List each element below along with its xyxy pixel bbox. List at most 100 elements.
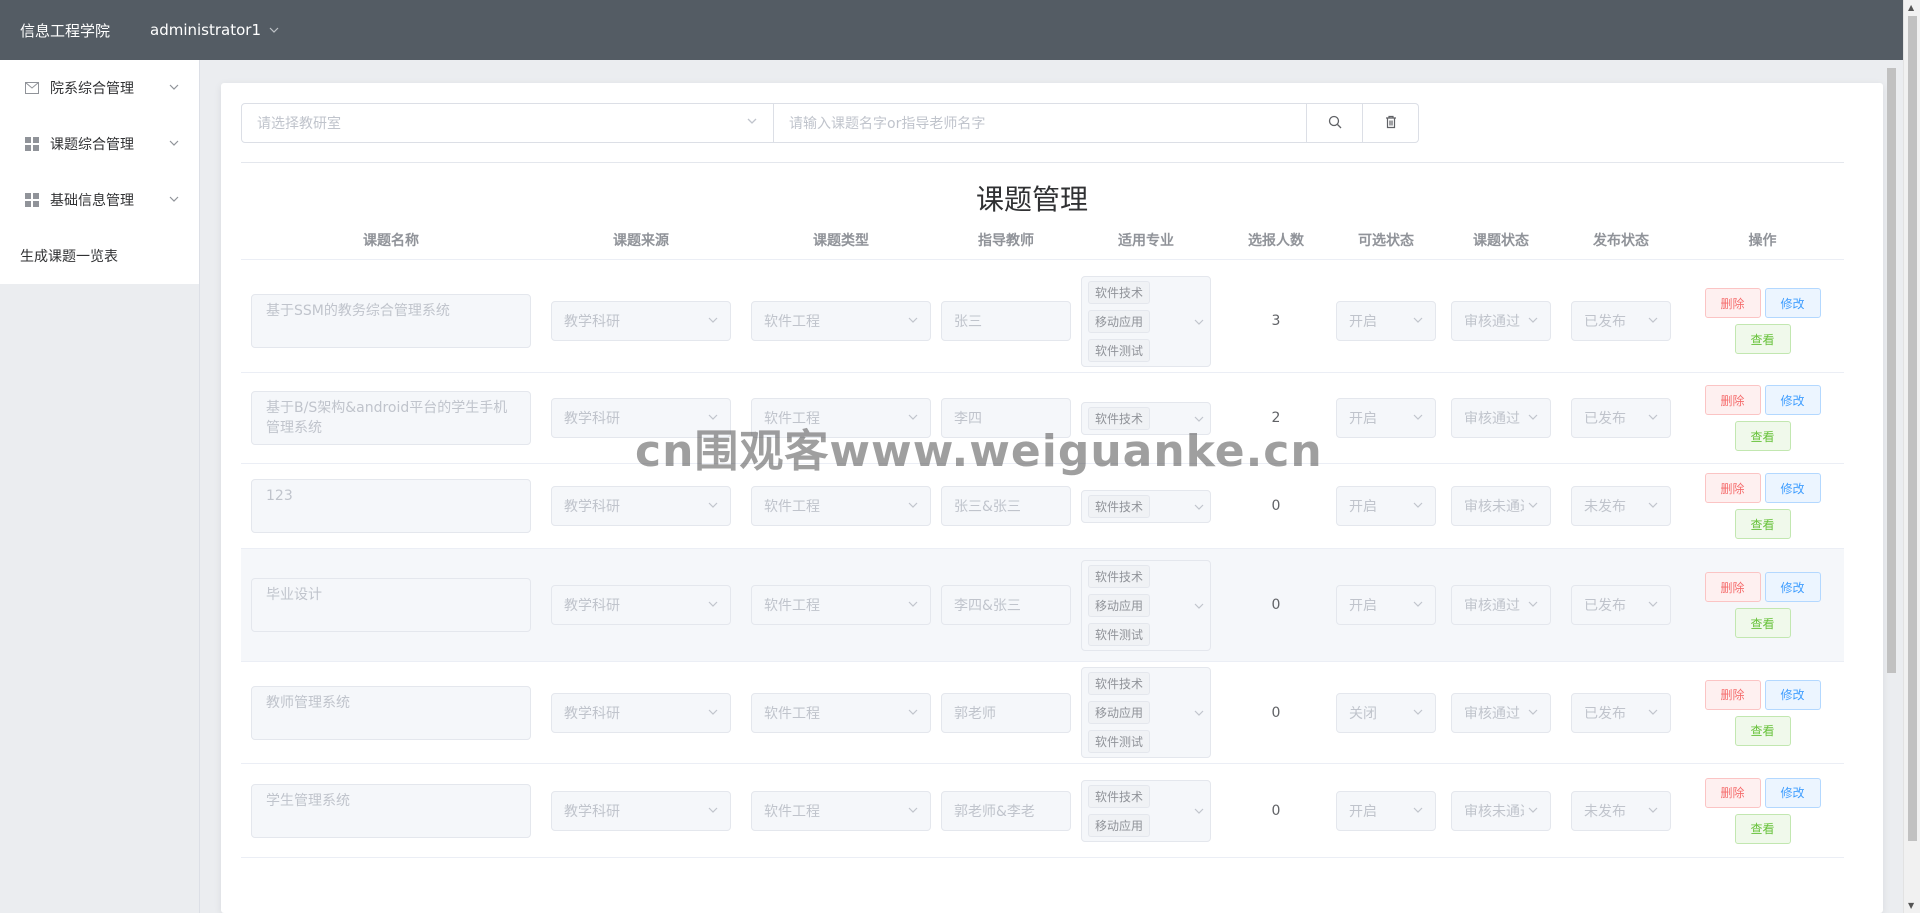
selectable-select[interactable]: 开启 [1336, 486, 1436, 526]
select-value: 教学科研 [564, 803, 620, 820]
publish-select[interactable]: 未发布 [1571, 790, 1671, 831]
topic-name-field[interactable]: 基于SSM的教务综合管理系统 [251, 294, 531, 348]
major-multiselect[interactable]: 软件技术 移动应用 软件测试 [1081, 667, 1211, 758]
teacher-field[interactable]: 郭老师&李老 [941, 790, 1071, 831]
chevron-down-icon [1413, 313, 1423, 329]
view-button[interactable]: 查看 [1734, 324, 1791, 354]
type-select[interactable]: 软件工程 [751, 398, 931, 438]
edit-button[interactable]: 修改 [1764, 473, 1821, 503]
department-select[interactable]: 请选择教研室 [241, 103, 774, 143]
topic-name-field[interactable]: 学生管理系统 [251, 783, 531, 838]
major-multiselect[interactable]: 软件技术 [1081, 489, 1211, 523]
edit-button[interactable]: 修改 [1764, 572, 1821, 602]
major-multiselect[interactable]: 软件技术 [1081, 401, 1211, 435]
source-select[interactable]: 教学科研 [551, 398, 731, 438]
type-select[interactable]: 软件工程 [751, 790, 931, 831]
sidebar-item-label: 基础信息管理 [50, 193, 134, 209]
delete-button[interactable]: 删除 [1704, 288, 1761, 318]
teacher-field[interactable]: 张三 [941, 301, 1071, 341]
topic-name-field[interactable]: 毕业设计 [251, 578, 531, 632]
row-actions: 删除 修改 查看 [1698, 679, 1828, 746]
type-select[interactable]: 软件工程 [751, 585, 931, 625]
view-button[interactable]: 查看 [1734, 608, 1791, 638]
source-select[interactable]: 教学科研 [551, 585, 731, 625]
search-placeholder: 请输入课题名字or指导老师名字 [789, 116, 986, 132]
selectable-select[interactable]: 开启 [1336, 790, 1436, 831]
selectable-select[interactable]: 开启 [1336, 301, 1436, 341]
source-select[interactable]: 教学科研 [551, 486, 731, 526]
publish-select[interactable]: 已发布 [1571, 585, 1671, 625]
publish-select[interactable]: 未发布 [1571, 486, 1671, 526]
edit-button[interactable]: 修改 [1764, 288, 1821, 318]
column-header: 选报人数 [1248, 232, 1304, 249]
selectable-select[interactable]: 开启 [1336, 585, 1436, 625]
view-button[interactable]: 查看 [1734, 509, 1791, 539]
sidebar-item-basic-info[interactable]: 基础信息管理 [0, 172, 199, 228]
major-multiselect[interactable]: 软件技术 移动应用 软件测试 [1081, 559, 1211, 651]
topic-name-field[interactable]: 教师管理系统 [251, 685, 531, 740]
sidebar-item-generate-list[interactable]: 生成课题一览表 [0, 228, 199, 284]
topic-name-field[interactable]: 123 [251, 479, 531, 533]
type-select[interactable]: 软件工程 [751, 301, 931, 341]
clear-button[interactable] [1363, 103, 1419, 143]
publish-select[interactable]: 已发布 [1571, 692, 1671, 733]
status-select[interactable]: 审核通过 [1451, 692, 1551, 733]
view-button[interactable]: 查看 [1734, 421, 1791, 451]
delete-button[interactable]: 删除 [1704, 679, 1761, 710]
selectable-select[interactable]: 开启 [1336, 398, 1436, 438]
topic-name-field[interactable]: 基于B/S架构&android平台的学生手机管理系统 [251, 391, 531, 445]
edit-button[interactable]: 修改 [1764, 777, 1821, 808]
scrollbar-thumb[interactable] [1908, 16, 1917, 841]
view-button[interactable]: 查看 [1734, 715, 1791, 746]
edit-button[interactable]: 修改 [1764, 385, 1821, 415]
selectable-select[interactable]: 关闭 [1336, 692, 1436, 733]
search-icon [1328, 114, 1342, 133]
source-select[interactable]: 教学科研 [551, 692, 731, 733]
delete-button[interactable]: 删除 [1704, 385, 1761, 415]
grid-icon [24, 136, 40, 152]
source-select[interactable]: 教学科研 [551, 301, 731, 341]
chevron-down-icon [908, 597, 918, 613]
chevron-down-icon [1194, 497, 1204, 516]
trash-icon [1384, 114, 1398, 133]
page-scrollbar[interactable]: ▲ ▼ [1903, 0, 1920, 913]
teacher-field[interactable]: 李四&张三 [941, 585, 1071, 625]
major-multiselect[interactable]: 软件技术 移动应用 [1081, 779, 1211, 842]
delete-button[interactable]: 删除 [1704, 777, 1761, 808]
teacher-field[interactable]: 郭老师 [941, 692, 1071, 733]
chevron-down-icon [1648, 498, 1658, 514]
type-select[interactable]: 软件工程 [751, 692, 931, 733]
main-scrollbar[interactable] [1883, 60, 1899, 913]
search-button[interactable] [1307, 103, 1363, 143]
teacher-field[interactable]: 李四 [941, 398, 1071, 438]
type-select[interactable]: 软件工程 [751, 486, 931, 526]
user-menu[interactable]: administrator1 [150, 21, 279, 39]
publish-select[interactable]: 已发布 [1571, 301, 1671, 341]
status-select[interactable]: 审核通过 [1451, 585, 1551, 625]
major-multiselect[interactable]: 软件技术 移动应用 软件测试 [1081, 275, 1211, 367]
column-header: 课题名称 [363, 232, 419, 249]
delete-button[interactable]: 删除 [1704, 473, 1761, 503]
scrollbar-thumb[interactable] [1887, 68, 1896, 673]
teacher-field[interactable]: 张三&张三 [941, 486, 1071, 526]
scroll-up-icon[interactable]: ▲ [1908, 3, 1914, 12]
delete-button[interactable]: 删除 [1704, 572, 1761, 602]
table-row: 123 教学科研 软件工程 张三&张三 软件技术 0 开启 审核未通过 未发布 … [241, 464, 1844, 549]
publish-select[interactable]: 已发布 [1571, 398, 1671, 438]
chevron-down-icon [1194, 801, 1204, 820]
scroll-down-icon[interactable]: ▼ [1908, 901, 1914, 910]
sidebar-item-department[interactable]: 院系综合管理 [0, 60, 199, 116]
status-select[interactable]: 审核通过 [1451, 301, 1551, 341]
search-input[interactable]: 请输入课题名字or指导老师名字 [774, 103, 1307, 143]
select-value: 教学科研 [564, 598, 620, 614]
chevron-down-icon [1413, 803, 1423, 819]
edit-button[interactable]: 修改 [1764, 679, 1821, 710]
source-select[interactable]: 教学科研 [551, 790, 731, 831]
status-select[interactable]: 审核未通过 [1451, 486, 1551, 526]
applicant-count: 0 [1271, 704, 1281, 721]
grid-icon [24, 192, 40, 208]
status-select[interactable]: 审核通过 [1451, 398, 1551, 438]
view-button[interactable]: 查看 [1734, 813, 1791, 844]
sidebar-item-topics[interactable]: 课题综合管理 [0, 116, 199, 172]
status-select[interactable]: 审核未通过 [1451, 790, 1551, 831]
